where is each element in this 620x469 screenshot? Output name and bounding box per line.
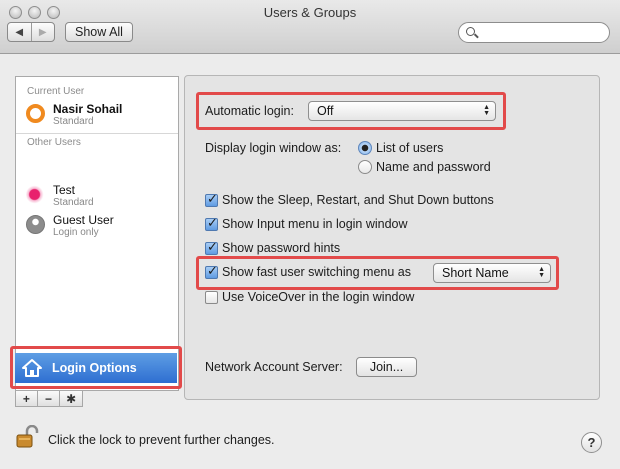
other-users-header: Other Users [27,137,81,148]
chevron-right-icon[interactable]: ▶ [30,23,55,41]
user-role: Standard [53,116,94,127]
remove-user-button[interactable]: − [37,391,61,407]
users-list: Current User Nasir Sohail Standard Other… [15,76,179,391]
checkbox-password-hints[interactable] [205,239,218,255]
user-name: Guest User [53,213,114,227]
avatar [26,104,45,123]
checkbox-password-hints-label: Show password hints [222,241,341,255]
network-server-label: Network Account Server: [205,360,343,374]
checkbox-voiceover-label: Use VoiceOver in the login window [222,290,415,304]
checkbox-voiceover[interactable] [205,291,218,304]
radio-name-and-password-label: Name and password [376,160,491,174]
user-item-nasir[interactable]: Nasir Sohail Standard [26,100,176,128]
lock-text: Click the lock to prevent further change… [48,433,275,447]
show-all-button[interactable]: Show All [65,22,133,42]
checkbox-input-menu[interactable] [205,215,218,231]
checkbox-input-menu-label: Show Input menu in login window [222,217,408,231]
join-button[interactable]: Join... [356,357,417,377]
search-icon [466,27,475,36]
users-groups-window: Users & Groups ◀ ▶ Show All Current User… [0,0,620,469]
divider [16,133,178,134]
gear-icon[interactable]: ✱ [60,391,83,407]
user-item-guest[interactable]: Guest User Login only [26,211,176,239]
user-name: Test [53,183,76,197]
user-name: Nasir Sohail [53,102,123,116]
nav-segmented-control: ◀ ▶ [7,22,55,42]
user-item-test[interactable]: Test Standard [26,181,176,209]
checkbox-sleep-restart[interactable] [205,191,218,207]
radio-name-and-password[interactable] [358,160,372,174]
radio-list-of-users[interactable] [358,141,372,155]
radio-list-of-users-label: List of users [376,141,444,155]
sidebar-actions: + − ✱ [15,391,83,407]
help-button[interactable]: ? [581,432,602,453]
highlight-login-options [10,346,182,389]
highlight-fast-user-switching [196,256,559,290]
lips-icon [26,185,45,204]
chevron-left-icon[interactable]: ◀ [8,23,31,41]
current-user-header: Current User [27,86,85,97]
user-role: Login only [53,227,99,238]
highlight-automatic-login [196,92,506,130]
user-role: Standard [53,197,94,208]
window-title: Users & Groups [263,5,357,20]
add-user-button[interactable]: + [15,391,38,407]
search-input[interactable] [458,22,610,43]
lock-icon[interactable] [15,425,41,449]
checkbox-sleep-restart-label: Show the Sleep, Restart, and Shut Down b… [222,193,494,207]
titlebar: Users & Groups ◀ ▶ Show All [0,0,620,54]
display-login-label: Display login window as: [205,141,342,155]
guest-avatar-icon [26,215,45,234]
